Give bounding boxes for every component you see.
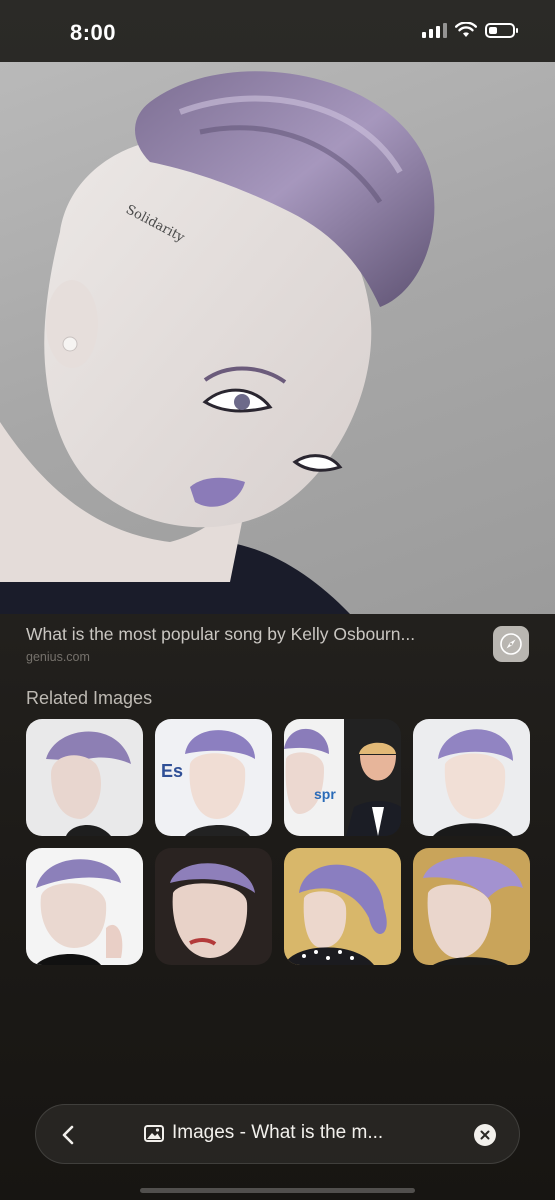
status-bar: 8:00 [0,0,555,62]
result-title[interactable]: What is the most popular song by Kelly O… [26,624,476,645]
related-image-thumb[interactable] [155,848,272,965]
image-icon [144,1124,164,1142]
battery-icon [485,22,518,38]
signal-icon [422,22,447,38]
back-button[interactable] [48,1115,88,1155]
related-image-thumb[interactable]: spr [284,719,401,836]
related-image-thumb[interactable] [413,719,530,836]
related-image-thumb[interactable] [413,848,530,965]
related-image-thumb[interactable]: Es [155,719,272,836]
open-in-safari-button[interactable] [493,626,529,662]
related-image-thumb[interactable] [26,848,143,965]
bar-title-text: Images - What is the m... [172,1122,384,1143]
wifi-icon [455,22,477,37]
related-image-thumb[interactable] [284,848,401,965]
bottom-navigation-bar: Images - What is the m... [35,1104,520,1164]
related-images-grid: Es spr [26,719,530,965]
main-image[interactable]: Solidarity [0,62,555,614]
home-indicator [140,1188,415,1193]
bar-title[interactable]: Images - What is the m... [144,1122,383,1144]
safari-icon [500,633,522,655]
svg-text:spr: spr [314,786,336,802]
status-icons [422,22,518,38]
close-icon [480,1130,490,1140]
related-image-thumb[interactable] [26,719,143,836]
related-images-heading: Related Images [26,688,153,708]
result-domain: genius.com [26,650,90,664]
status-time: 8:00 [70,20,117,45]
back-chevron-icon [62,1125,74,1145]
svg-text:Es: Es [161,761,183,781]
close-button[interactable] [474,1124,496,1146]
